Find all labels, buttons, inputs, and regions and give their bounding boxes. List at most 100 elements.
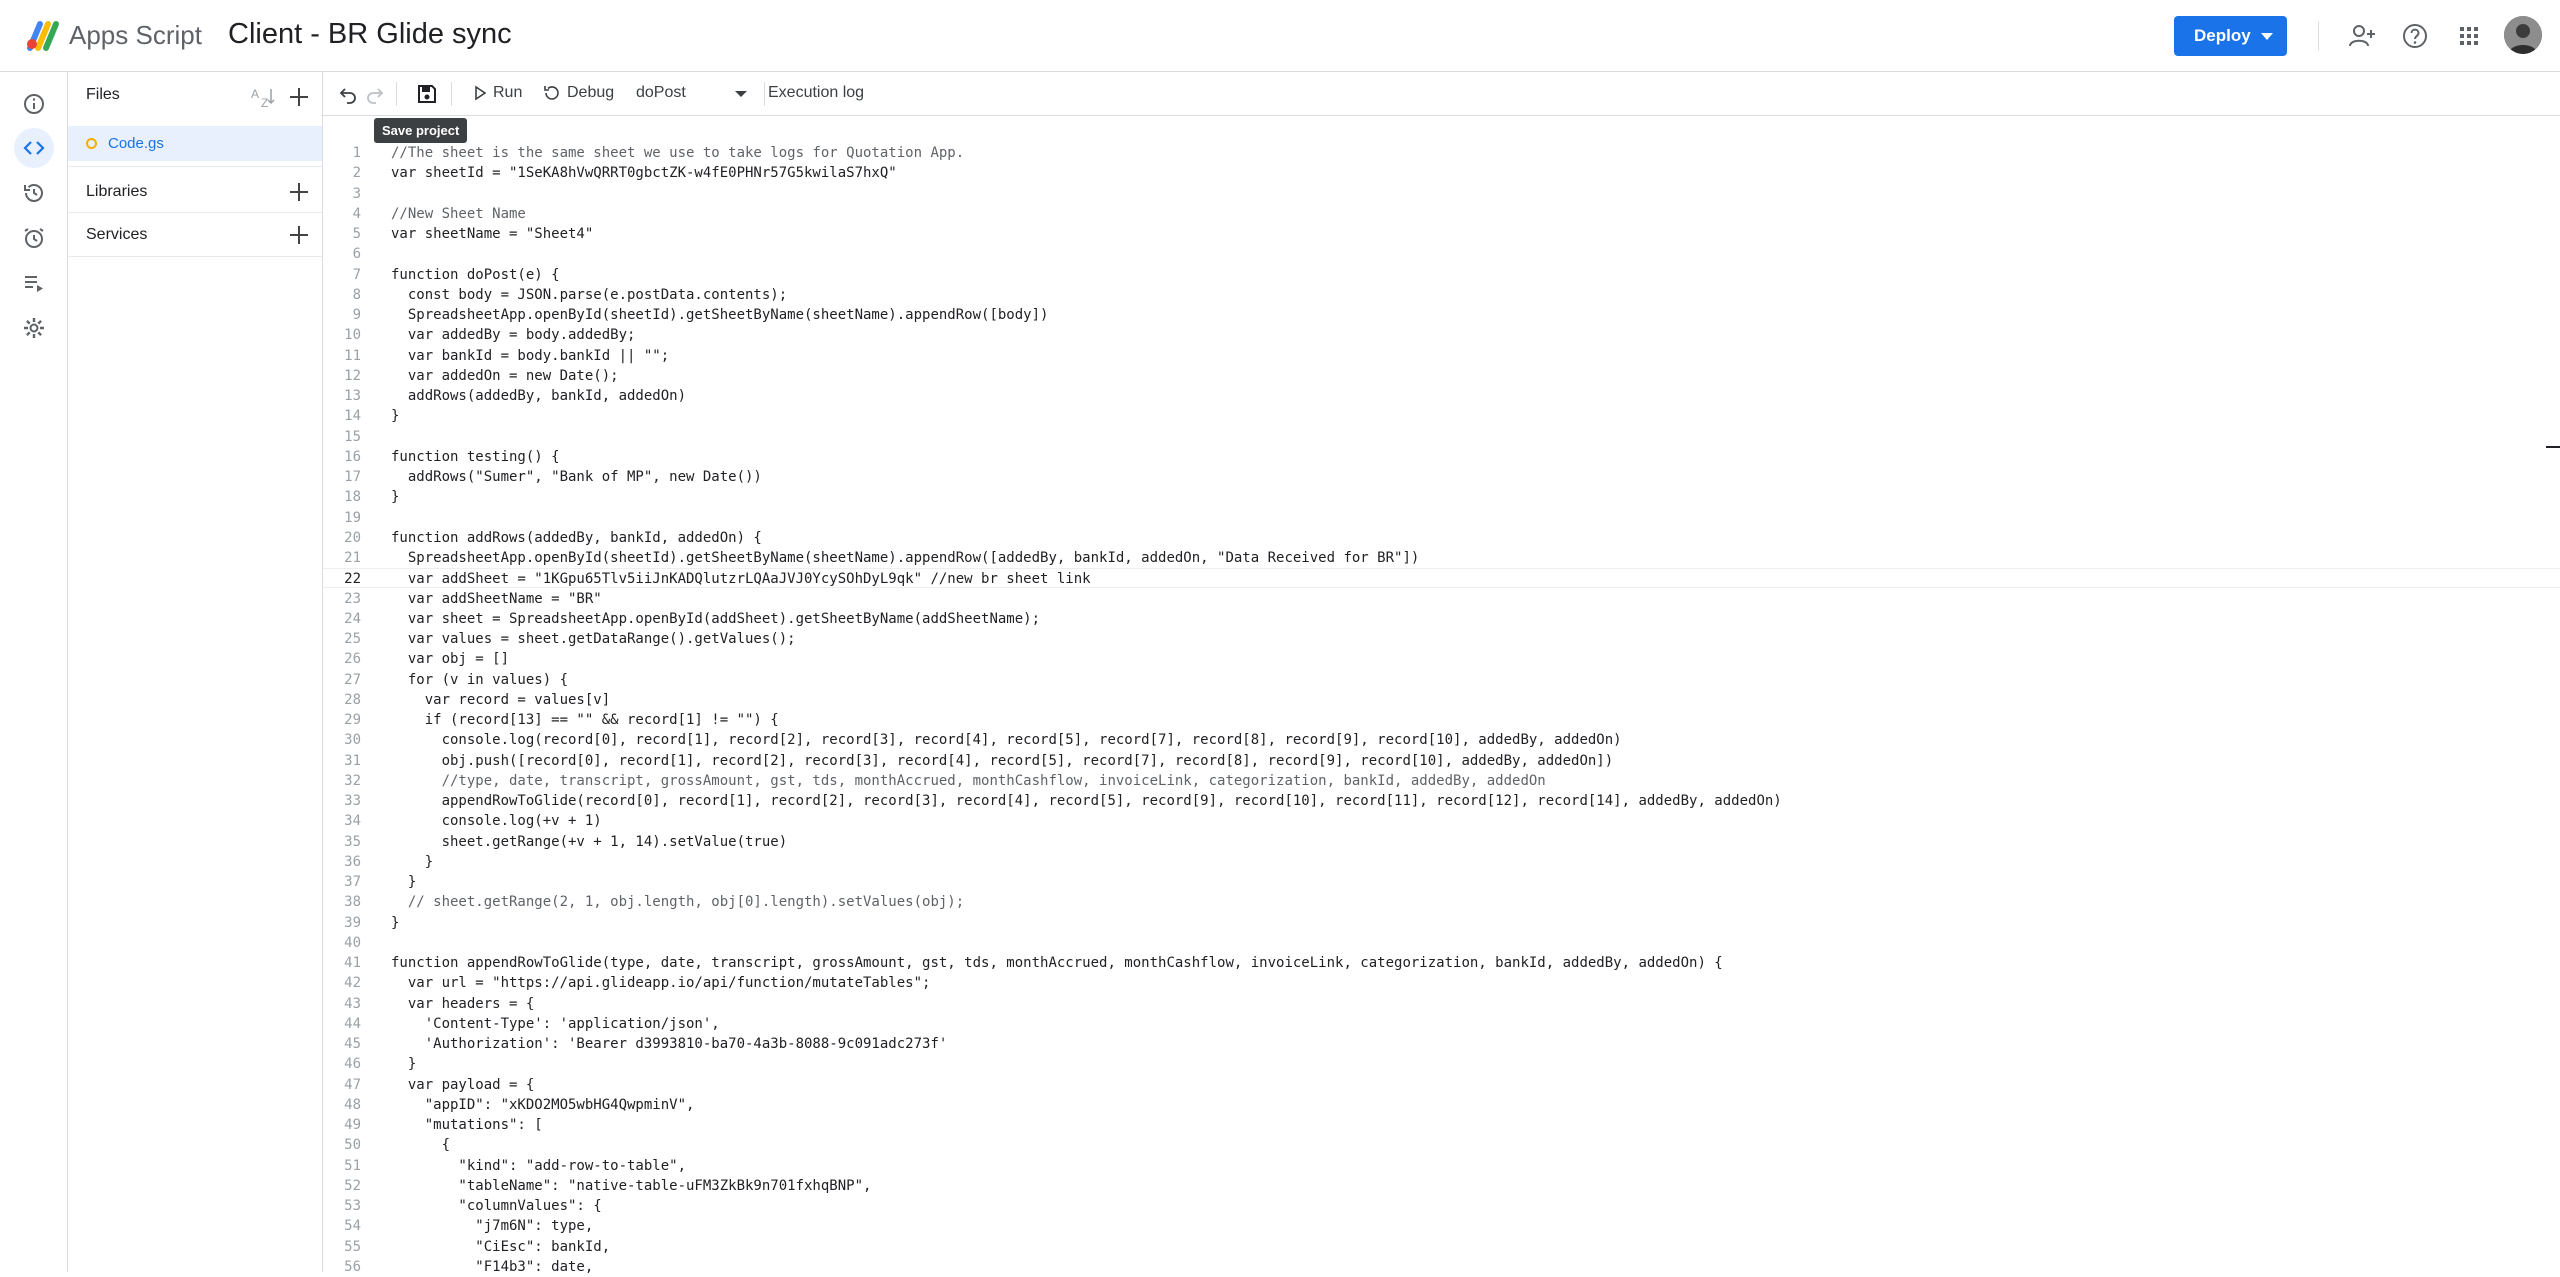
code-text: addRows(addedBy, bankId, addedOn) [391,388,687,404]
settings-nav[interactable] [14,308,54,348]
code-line[interactable]: 5 var sheetName = "Sheet4" [323,224,2560,244]
code-line[interactable]: 39} [323,913,2560,933]
code-line[interactable]: 24 var sheet = SpreadsheetApp.openById(a… [323,609,2560,629]
code-line[interactable]: 21 SpreadsheetApp.openById(sheetId).getS… [323,548,2560,568]
line-number: 50 [344,1137,361,1154]
editor-nav[interactable] [14,128,54,168]
code-line[interactable]: 40 [323,933,2560,953]
line-number: 31 [344,752,361,769]
code-line[interactable]: 7 function doPost(e) { [323,265,2560,285]
file-item-code-gs[interactable]: Code.gs [68,126,322,161]
run-button[interactable]: Run [473,84,522,102]
toolbar-divider [451,82,452,106]
code-text: { [391,1137,451,1154]
apps-script-logo[interactable] [24,18,62,52]
code-line[interactable]: 32 //type, date, transcript, grossAmount… [323,771,2560,791]
code-line[interactable]: 42 var url = "https://api.glideapp.io/ap… [323,973,2560,993]
code-line[interactable]: 38 // sheet.getRange(2, 1, obj.length, o… [323,892,2560,912]
info-icon [24,94,44,114]
code-line[interactable]: 12 var addedOn = new Date(); [323,366,2560,386]
code-line[interactable]: 28 var record = values[v] [323,690,2560,710]
code-line[interactable]: 44 'Content-Type': 'application/json', [323,1014,2560,1034]
code-line[interactable]: 2 var sheetId = "1SeKA8hVwQRRT0gbctZK-w4f… [323,163,2560,183]
code-line[interactable]: 16 function testing() { [323,447,2560,467]
code-line[interactable]: 55 "CiEsc": bankId, [323,1237,2560,1257]
code-line[interactable]: 56 "F14b3": date, [323,1257,2560,1277]
code-line[interactable]: 52 "tableName": "native-table-uFM3ZkBk9n… [323,1176,2560,1196]
code-line[interactable]: 50 { [323,1135,2560,1155]
code-line[interactable]: 1 //The sheet is the same sheet we use to… [323,143,2560,163]
debug-button[interactable]: Debug [543,84,614,102]
code-text: console.log(record[0], record[1], record… [391,732,1622,749]
code-line[interactable]: 11 var bankId = body.bankId || ""; [323,346,2560,366]
triggers-nav[interactable] [14,218,54,258]
code-line[interactable]: 6 [323,244,2560,264]
execution-log-button[interactable]: Execution log [768,84,864,102]
libraries-heading[interactable]: Libraries [86,183,147,201]
code-line[interactable]: 19 [323,508,2560,528]
code-text: var sheet = SpreadsheetApp.openById(addS… [391,610,1041,627]
code-line[interactable]: 26 var obj = [] [323,649,2560,669]
code-line[interactable]: 54 "j7m6N": type, [323,1216,2560,1236]
code-line[interactable]: 23 var addSheetName = "BR" [323,589,2560,609]
services-heading[interactable]: Services [86,226,147,244]
project-title[interactable]: Client - BR Glide sync [228,18,512,51]
code-line[interactable]: 20 function addRows(addedBy, bankId, adde… [323,528,2560,548]
share-person-add-icon[interactable] [2348,22,2376,50]
add-library-icon[interactable] [288,181,310,203]
code-line[interactable]: 8 const body = JSON.parse(e.postData.con… [323,285,2560,305]
function-select[interactable]: doPost [636,84,756,102]
code-line[interactable]: 34 console.log(+v + 1) [323,811,2560,831]
code-line[interactable]: 35 sheet.getRange(+v + 1, 14).setValue(t… [323,832,2560,852]
code-line[interactable]: 14} [323,406,2560,426]
code-line[interactable]: 4 //New Sheet Name [323,204,2560,224]
brand-name[interactable]: Apps Script [69,20,202,51]
add-service-icon[interactable] [288,224,310,246]
code-line[interactable]: 31 obj.push([record[0], record[1], recor… [323,751,2560,771]
code-line[interactable]: 43 var headers = { [323,994,2560,1014]
code-line[interactable]: 17 addRows("Sumer", "Bank of MP", new Da… [323,467,2560,487]
add-file-icon[interactable] [288,86,310,108]
help-icon[interactable] [2401,22,2429,50]
code-text: "columnValues": { [391,1198,602,1214]
code-line[interactable]: 22 var addSheet = "1KGpu65Tlv5iiJnKADQlu… [323,568,2560,589]
account-avatar[interactable] [2504,16,2542,54]
code-line[interactable]: 27 for (v in values) { [323,670,2560,690]
code-line[interactable]: 36 } [323,852,2560,872]
code-line[interactable]: 30 console.log(record[0], record[1], rec… [323,730,2560,750]
code-line[interactable]: 45 'Authorization': 'Bearer d3993810-ba7… [323,1034,2560,1054]
code-text: SpreadsheetApp.openById(sheetId).getShee… [391,307,1049,323]
overview-nav[interactable] [14,84,54,124]
code-line[interactable]: 15 [323,427,2560,447]
save-icon[interactable] [416,83,438,105]
code-line[interactable]: 48 "appID": "xKDO2MO5wbHG4QwpminV", [323,1095,2560,1115]
code-line[interactable]: 33 appendRowToGlide(record[0], record[1]… [323,791,2560,811]
redo-icon[interactable] [365,84,385,104]
code-line[interactable]: 46 } [323,1054,2560,1074]
code-line[interactable]: 47 var payload = { [323,1075,2560,1095]
code-line[interactable]: 29 if (record[13] == "" && record[1] != … [323,710,2560,730]
line-number: 25 [344,631,361,647]
code-line[interactable]: 13 addRows(addedBy, bankId, addedOn) [323,386,2560,406]
code-text: "appID": "xKDO2MO5wbHG4QwpminV", [391,1096,695,1113]
sort-az-icon[interactable]: A Z [251,86,277,108]
apps-grid-icon[interactable] [2455,22,2483,50]
code-line[interactable]: 9 SpreadsheetApp.openById(sheetId).getSh… [323,305,2560,325]
code-line[interactable]: 51 "kind": "add-row-to-table", [323,1156,2560,1176]
code-line[interactable]: 41 function appendRowToGlide(type, date, … [323,953,2560,973]
code-line[interactable]: 3 [323,184,2560,204]
undo-icon[interactable] [338,84,358,104]
line-number: 35 [344,833,361,850]
line-number: 2 [352,165,361,182]
code-line[interactable]: 18} [323,487,2560,507]
code-line[interactable]: 25 var values = sheet.getDataRange().get… [323,629,2560,649]
scrollbar-position-marker[interactable] [2546,446,2560,448]
deploy-button[interactable]: Deploy [2174,16,2287,56]
code-editor[interactable]: 1 //The sheet is the same sheet we use to… [323,143,2560,1275]
code-line[interactable]: 37 } [323,872,2560,892]
code-line[interactable]: 53 "columnValues": { [323,1196,2560,1216]
code-line[interactable]: 10 var addedBy = body.addedBy; [323,325,2560,345]
executions-nav[interactable] [14,263,54,303]
project-history-nav[interactable] [14,173,54,213]
code-line[interactable]: 49 "mutations": [ [323,1115,2560,1135]
